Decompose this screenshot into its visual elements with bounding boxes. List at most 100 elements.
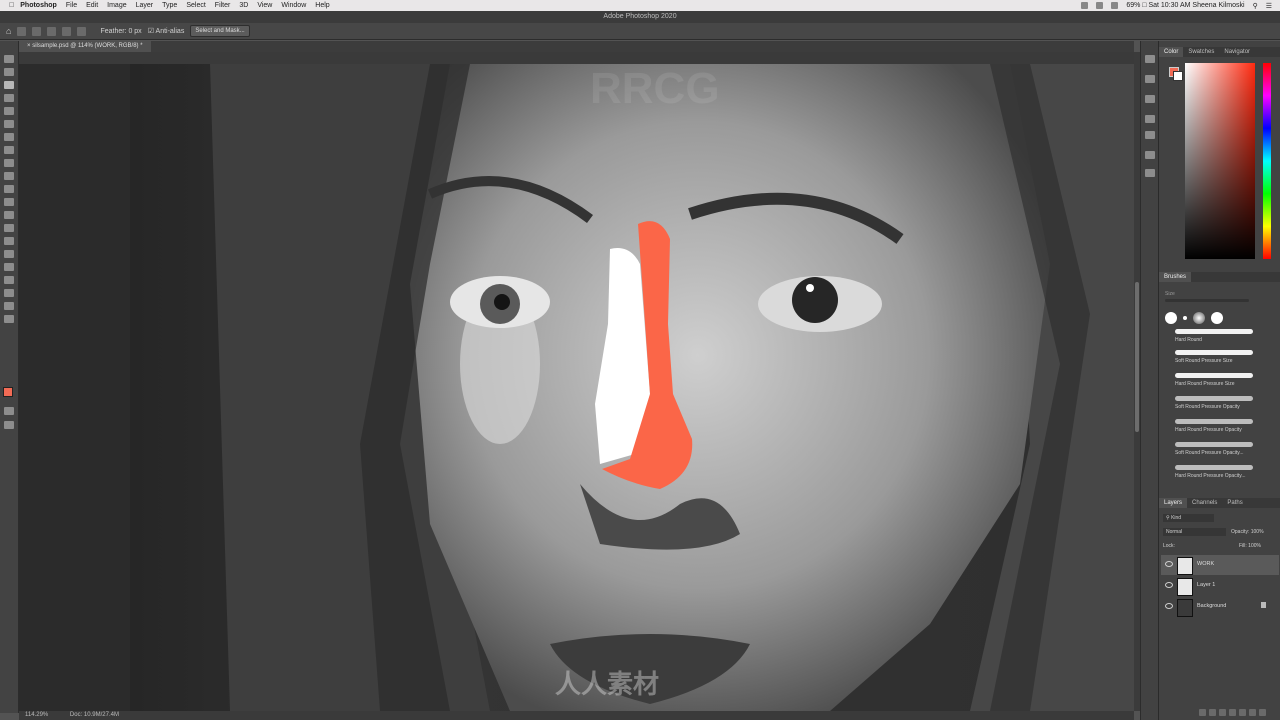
feather-field[interactable]: Feather: 0 px: [100, 28, 141, 35]
trash-icon[interactable]: [1259, 709, 1266, 716]
visibility-eye-icon[interactable]: [1165, 582, 1173, 588]
close-icon[interactable]: ×: [27, 43, 31, 49]
history-panel-icon[interactable]: [1145, 55, 1155, 63]
eyedropper-tool-icon[interactable]: [4, 120, 14, 128]
menu-layer[interactable]: Layer: [136, 2, 154, 9]
lasso-tool-preset-icon[interactable]: [17, 26, 27, 36]
menu-help[interactable]: Help: [315, 2, 329, 9]
subtract-selection-icon[interactable]: [62, 26, 72, 36]
color-picker-field[interactable]: [1185, 63, 1255, 259]
layer-row-background[interactable]: Background: [1161, 597, 1279, 617]
zoom-level[interactable]: 114.29%: [25, 712, 48, 718]
tools-panel-icon[interactable]: [1145, 151, 1155, 159]
document-tab[interactable]: × silsample.psd @ 114% (WORK, RGB/8) *: [19, 41, 151, 52]
brush-settings-icon[interactable]: [1145, 75, 1155, 83]
brush-preset-hard-icon[interactable]: [1165, 312, 1177, 324]
link-layers-icon[interactable]: [1199, 709, 1206, 716]
quick-mask-icon[interactable]: [4, 407, 14, 415]
menu-list-icon[interactable]: ☰: [1266, 2, 1272, 10]
wifi-icon[interactable]: [1111, 2, 1119, 9]
menu-file[interactable]: File: [66, 2, 77, 9]
tab-channels[interactable]: Channels: [1187, 498, 1222, 508]
move-tool-icon[interactable]: [4, 55, 14, 63]
add-mask-icon[interactable]: [1219, 709, 1226, 716]
blend-mode-select[interactable]: Normal: [1163, 528, 1226, 536]
layer-row-layer1[interactable]: Layer 1: [1161, 576, 1279, 596]
shape-tool-icon[interactable]: [4, 276, 14, 284]
properties-panel-icon[interactable]: [1145, 169, 1155, 177]
brush-tool-icon[interactable]: [4, 146, 14, 154]
brush-item[interactable]: Hard Round Pressure Opacity...: [1167, 463, 1273, 485]
new-selection-icon[interactable]: [32, 26, 42, 36]
layer-row-work[interactable]: WORK: [1161, 555, 1279, 575]
screen-mode-icon[interactable]: [4, 421, 14, 429]
tab-color[interactable]: Color: [1159, 47, 1184, 57]
home-icon[interactable]: ⌂: [6, 26, 11, 36]
dodge-tool-icon[interactable]: [4, 224, 14, 232]
paragraph-panel-icon[interactable]: [1145, 131, 1155, 139]
tab-layers[interactable]: Layers: [1159, 498, 1188, 508]
brush-item[interactable]: Hard Round Pressure Opacity: [1167, 417, 1273, 439]
brush-size-slider[interactable]: [1165, 299, 1249, 302]
layer-filter-kind[interactable]: ⚲ Kind: [1163, 514, 1214, 522]
brush-preset-soft-icon[interactable]: [1193, 312, 1205, 324]
opacity-control[interactable]: Opacity: 100%: [1231, 528, 1264, 536]
tab-brushes[interactable]: Brushes: [1159, 272, 1192, 282]
brush-item[interactable]: Hard Round Pressure Size: [1167, 371, 1273, 393]
add-to-selection-icon[interactable]: [47, 26, 57, 36]
layer-style-icon[interactable]: [1209, 709, 1216, 716]
status-icon[interactable]: [1096, 2, 1104, 9]
lasso-tool-icon[interactable]: [4, 81, 14, 89]
menu-3d[interactable]: 3D: [239, 2, 248, 9]
pen-tool-icon[interactable]: [4, 237, 14, 245]
antialias-checkbox[interactable]: ☑ Anti-alias: [148, 27, 185, 35]
document-canvas[interactable]: RRCG 人人素材: [130, 64, 1134, 711]
new-layer-icon[interactable]: [1249, 709, 1256, 716]
gradient-tool-icon[interactable]: [4, 198, 14, 206]
menu-filter[interactable]: Filter: [215, 2, 231, 9]
foreground-color-swatch[interactable]: [3, 387, 13, 397]
visibility-eye-icon[interactable]: [1165, 561, 1173, 567]
doc-info[interactable]: Doc: 10.9M/27.4M: [70, 712, 119, 718]
menu-image[interactable]: Image: [107, 2, 126, 9]
character-panel-icon[interactable]: [1145, 115, 1155, 123]
spot-healing-tool-icon[interactable]: [4, 133, 14, 141]
menu-app-name[interactable]: Photoshop: [20, 2, 57, 9]
brush-item[interactable]: Soft Round Pressure Opacity...: [1167, 440, 1273, 462]
portrait-photo[interactable]: [130, 64, 1134, 711]
adjustment-layer-icon[interactable]: [1229, 709, 1236, 716]
eraser-tool-icon[interactable]: [4, 185, 14, 193]
new-group-icon[interactable]: [1239, 709, 1246, 716]
menu-select[interactable]: Select: [186, 2, 205, 9]
crop-tool-icon[interactable]: [4, 107, 14, 115]
menu-window[interactable]: Window: [281, 2, 306, 9]
menu-type[interactable]: Type: [162, 2, 177, 9]
quick-select-tool-icon[interactable]: [4, 94, 14, 102]
tab-paths[interactable]: Paths: [1222, 498, 1247, 508]
zoom-tool-icon[interactable]: [4, 302, 14, 310]
tab-swatches[interactable]: Swatches: [1183, 47, 1219, 57]
status-icon[interactable]: [1081, 2, 1089, 9]
canvas-area[interactable]: RRCG 人人素材: [19, 64, 1134, 711]
hand-tool-icon[interactable]: [4, 289, 14, 297]
tab-navigator[interactable]: Navigator: [1219, 47, 1255, 57]
search-icon[interactable]: ⚲: [1253, 2, 1258, 10]
brush-preset-hard-2-icon[interactable]: [1211, 312, 1223, 324]
blur-tool-icon[interactable]: [4, 211, 14, 219]
visibility-eye-icon[interactable]: [1165, 603, 1173, 609]
background-color-chip[interactable]: [1173, 71, 1183, 81]
path-selection-tool-icon[interactable]: [4, 263, 14, 271]
marquee-tool-icon[interactable]: [4, 68, 14, 76]
brush-item[interactable]: Hard Round: [1167, 327, 1273, 349]
type-tool-icon[interactable]: [4, 250, 14, 258]
more-tools-icon[interactable]: [4, 315, 14, 323]
brush-item[interactable]: Soft Round Pressure Opacity: [1167, 394, 1273, 416]
fill-control[interactable]: Fill: 100%: [1239, 542, 1261, 550]
history-brush-tool-icon[interactable]: [4, 172, 14, 180]
menu-view[interactable]: View: [257, 2, 272, 9]
menu-edit[interactable]: Edit: [86, 2, 98, 9]
select-and-mask-button[interactable]: Select and Mask...: [190, 25, 250, 37]
hue-slider[interactable]: [1263, 63, 1271, 259]
brush-preset-small-icon[interactable]: [1183, 316, 1187, 320]
clone-stamp-tool-icon[interactable]: [4, 159, 14, 167]
